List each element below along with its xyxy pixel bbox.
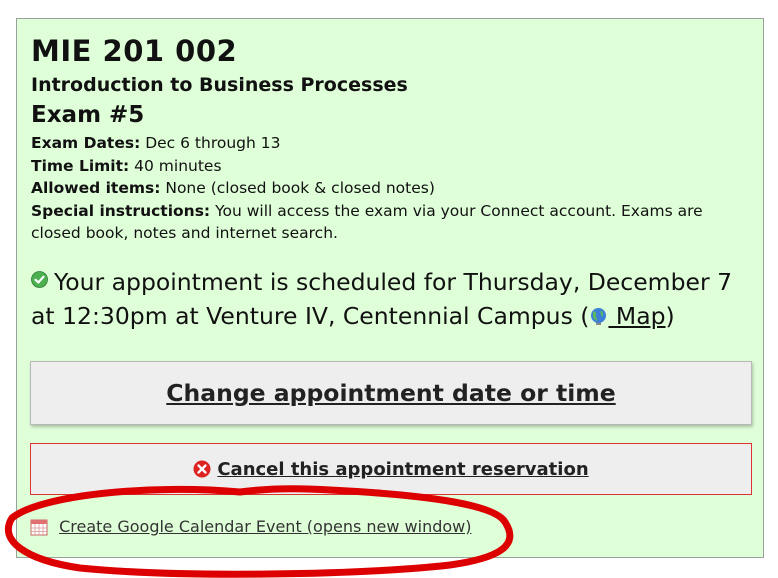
exam-details: Exam Dates: Dec 6 through 13 Time Limit:…: [31, 132, 746, 245]
special-instructions-row: Special instructions: You will access th…: [31, 200, 746, 245]
allowed-items-label: Allowed items:: [31, 179, 161, 197]
exam-dates-row: Exam Dates: Dec 6 through 13: [31, 132, 746, 155]
change-appointment-label: Change appointment date or time: [166, 379, 616, 407]
appointment-close-paren: ): [665, 302, 675, 330]
google-calendar-link[interactable]: Create Google Calendar Event (opens new …: [30, 517, 472, 536]
time-limit-label: Time Limit:: [31, 156, 130, 175]
google-calendar-label: Create Google Calendar Event (opens new …: [59, 517, 472, 536]
course-code: MIE 201 002: [31, 34, 238, 68]
allowed-items-value: None (closed book & closed notes): [165, 179, 435, 197]
exam-dates-value: Dec 6 through 13: [145, 134, 281, 152]
globe-icon: [589, 301, 608, 325]
cancel-reservation-label: Cancel this appointment reservation: [217, 458, 589, 480]
exam-panel: MIE 201 002 Introduction to Business Pro…: [16, 18, 764, 558]
time-limit-row: Time Limit: 40 minutes: [31, 155, 746, 178]
check-circle-icon: [31, 263, 48, 288]
allowed-items-row: Allowed items: None (closed book & close…: [31, 177, 746, 200]
exam-dates-label: Exam Dates:: [31, 134, 141, 152]
change-appointment-button[interactable]: Change appointment date or time: [30, 361, 752, 425]
appointment-status: Your appointment is scheduled for Thursd…: [31, 263, 751, 333]
time-limit-value: 40 minutes: [134, 156, 222, 175]
x-circle-icon: [193, 460, 211, 478]
course-name: Introduction to Business Processes: [31, 74, 408, 96]
exam-title: Exam #5: [31, 102, 145, 128]
cancel-reservation-button[interactable]: Cancel this appointment reservation: [30, 443, 752, 495]
map-link-label: Map: [608, 302, 666, 330]
special-instructions-label: Special instructions:: [31, 201, 211, 220]
map-link[interactable]: Map: [589, 301, 666, 330]
calendar-icon: [30, 518, 48, 536]
